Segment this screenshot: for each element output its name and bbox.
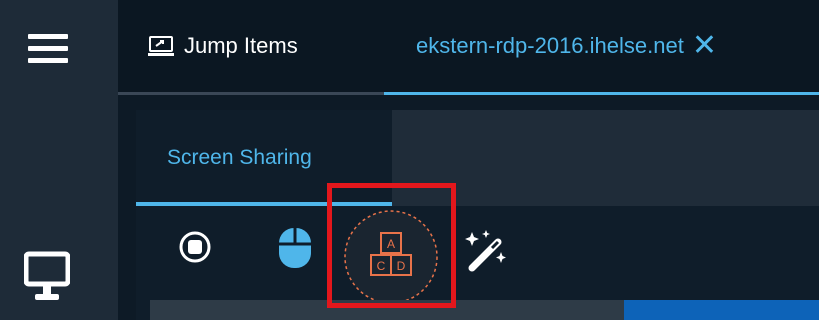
hamburger-menu-icon[interactable] xyxy=(28,34,68,66)
highlight-box xyxy=(327,183,456,308)
active-tab-indicator xyxy=(384,92,819,95)
close-icon[interactable]: ✕ xyxy=(692,31,717,61)
magic-wand-icon[interactable] xyxy=(462,228,508,272)
tab-session[interactable]: ekstern-rdp-2016.ihelse.net ✕ xyxy=(416,28,717,64)
session-tab-bar: Jump Items ekstern-rdp-2016.ihelse.net ✕ xyxy=(118,0,819,95)
stop-icon[interactable] xyxy=(178,230,212,264)
subtab-strip xyxy=(392,110,819,206)
mouse-icon[interactable] xyxy=(276,226,314,270)
left-sidebar xyxy=(0,0,118,320)
tab-jump-items[interactable]: Jump Items xyxy=(148,28,298,64)
remote-screen-taskbar xyxy=(624,300,819,320)
tab-screen-sharing[interactable]: Screen Sharing xyxy=(167,146,312,170)
tab-session-label: ekstern-rdp-2016.ihelse.net xyxy=(416,33,684,58)
monitor-icon[interactable] xyxy=(23,250,71,302)
tab-jump-items-label: Jump Items xyxy=(184,33,298,58)
session-panel: Screen Sharing A C D xyxy=(136,110,819,320)
jump-items-icon xyxy=(148,36,174,56)
tab-divider xyxy=(118,92,384,95)
